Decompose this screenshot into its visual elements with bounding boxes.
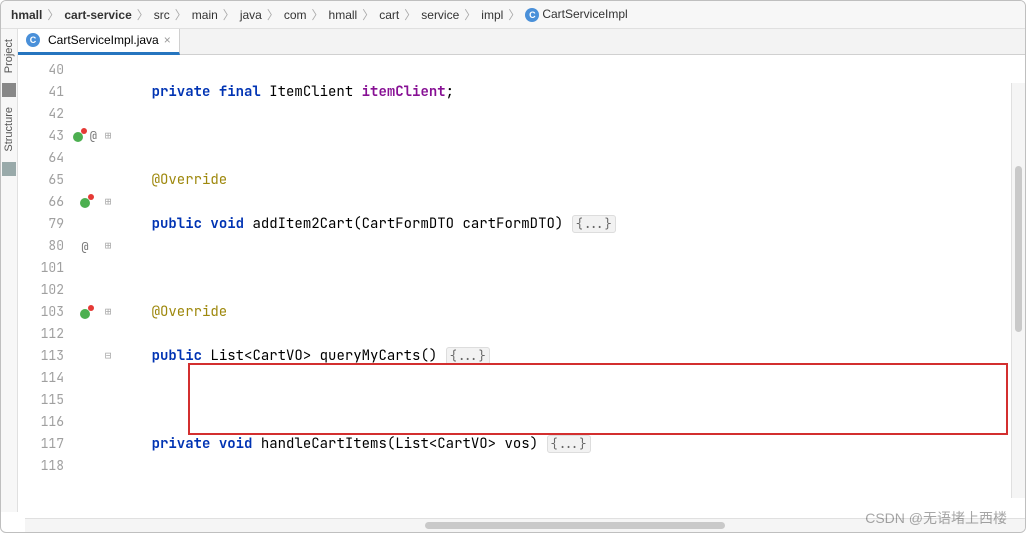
crumb[interactable]: hmall: [9, 8, 44, 22]
vertical-scrollbar[interactable]: [1011, 83, 1025, 498]
close-icon[interactable]: ×: [164, 33, 171, 47]
code-editor[interactable]: 4041424364656679801011021031121131141151…: [18, 55, 1026, 512]
editor-area: C CartServiceImpl.java × 404142436465667…: [18, 29, 1026, 512]
scrollbar-thumb[interactable]: [425, 522, 725, 529]
line-numbers: 4041424364656679801011021031121131141151…: [18, 55, 72, 512]
class-icon: C: [525, 8, 539, 22]
fold-toggle-icon[interactable]: ⊞: [98, 301, 118, 323]
crumb[interactable]: java: [238, 8, 264, 22]
code-content[interactable]: private final ItemClient itemClient; @Ov…: [118, 55, 1026, 512]
chevron-right-icon: 〉: [222, 6, 236, 23]
chevron-right-icon: 〉: [463, 6, 477, 23]
ide-window: hmall〉 cart-service〉 src〉 main〉 java〉 co…: [0, 0, 1026, 533]
chevron-right-icon: 〉: [136, 6, 150, 23]
chevron-right-icon: 〉: [507, 6, 521, 23]
crumb-current[interactable]: CCartServiceImpl: [523, 7, 629, 22]
scrollbar-thumb[interactable]: [1015, 166, 1022, 332]
project-tool-tab[interactable]: Project: [1, 33, 17, 79]
class-icon: C: [26, 33, 40, 47]
fold-column: ⊞ ⊞ ⊞ ⊞ ⊟: [98, 55, 118, 512]
breadcrumb: hmall〉 cart-service〉 src〉 main〉 java〉 co…: [1, 1, 1025, 29]
crumb[interactable]: com: [282, 8, 309, 22]
fold-toggle-icon[interactable]: ⊟: [98, 345, 118, 367]
crumb[interactable]: main: [190, 8, 220, 22]
crumb[interactable]: cart: [377, 8, 401, 22]
structure-tool-icon[interactable]: [2, 162, 16, 176]
chevron-right-icon: 〉: [403, 6, 417, 23]
override-marker-icon[interactable]: [73, 132, 83, 142]
left-toolwindow-bar: Project Structure: [1, 29, 18, 512]
gutter-markers: @ @: [72, 55, 98, 512]
fold-toggle-icon[interactable]: ⊞: [98, 235, 118, 257]
folded-block[interactable]: {...}: [572, 215, 616, 233]
chevron-right-icon: 〉: [174, 6, 188, 23]
crumb[interactable]: hmall: [327, 8, 360, 22]
chevron-right-icon: 〉: [311, 6, 325, 23]
chevron-right-icon: 〉: [46, 6, 60, 23]
editor-tabs: C CartServiceImpl.java ×: [18, 29, 1026, 55]
fold-toggle-icon[interactable]: ⊞: [98, 191, 118, 213]
structure-tool-tab[interactable]: Structure: [1, 101, 17, 158]
override-marker-icon[interactable]: [80, 309, 90, 319]
tab-label: CartServiceImpl.java: [48, 33, 159, 47]
editor-tab[interactable]: C CartServiceImpl.java ×: [18, 29, 180, 55]
chevron-right-icon: 〉: [361, 6, 375, 23]
folded-block[interactable]: {...}: [446, 347, 490, 365]
folded-block[interactable]: {...}: [547, 435, 591, 453]
crumb[interactable]: src: [152, 8, 172, 22]
override-marker-icon[interactable]: [80, 198, 90, 208]
horizontal-scrollbar[interactable]: [25, 518, 1025, 532]
crumb[interactable]: service: [419, 8, 461, 22]
fold-toggle-icon[interactable]: ⊞: [98, 125, 118, 147]
chevron-right-icon: 〉: [266, 6, 280, 23]
crumb[interactable]: impl: [479, 8, 505, 22]
project-tool-icon[interactable]: [2, 83, 16, 97]
crumb[interactable]: cart-service: [62, 8, 133, 22]
